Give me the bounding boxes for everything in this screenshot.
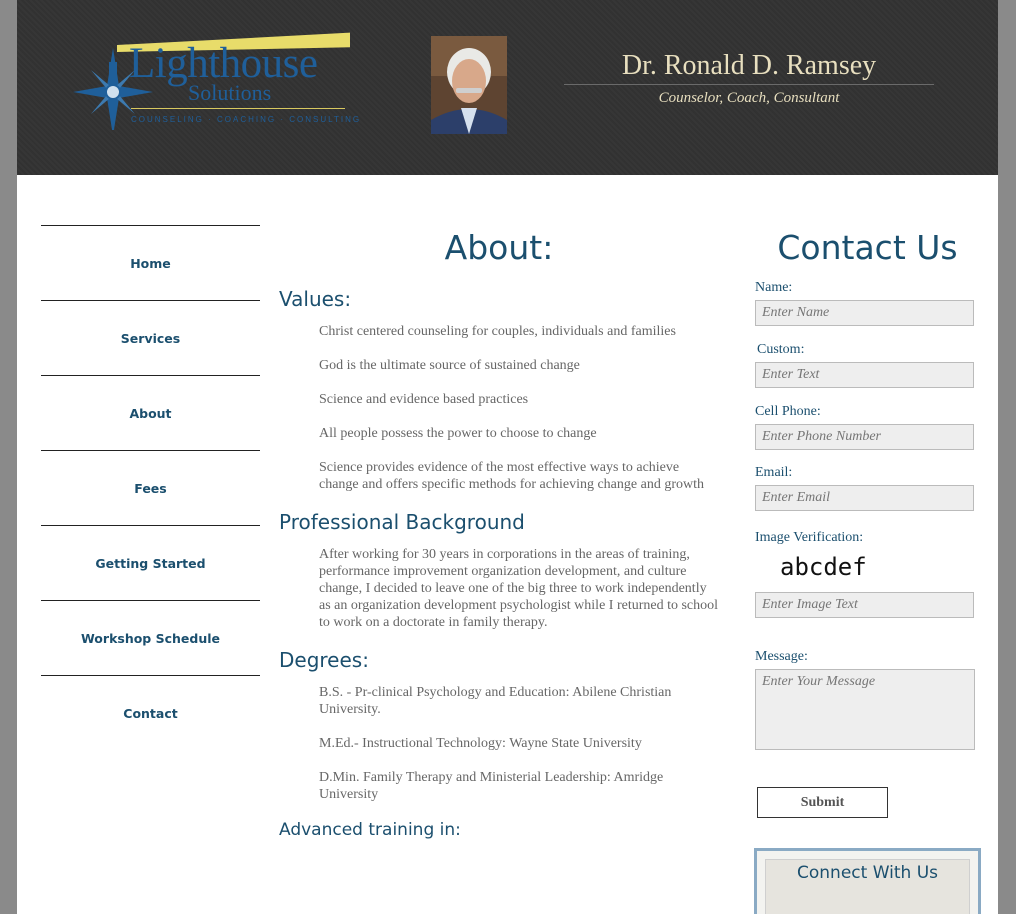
email-input[interactable] [755, 485, 974, 511]
custom-input[interactable] [755, 362, 974, 388]
value-item: God is the ultimate source of sustained … [319, 358, 580, 373]
logo-subtitle: Solutions [188, 80, 272, 105]
verification-label: Image Verification: [755, 530, 864, 545]
nav-about[interactable]: About [41, 375, 260, 450]
logo-tagline: COUNSELING · COACHING · CONSULTING [131, 115, 362, 124]
doctor-name: Dr. Ronald D. Ramsey [621, 50, 877, 81]
name-input[interactable] [755, 300, 974, 326]
nav-services[interactable]: Services [41, 300, 260, 375]
page-title: About: [444, 228, 554, 267]
submit-button[interactable]: Submit [757, 787, 888, 818]
degrees-heading: Degrees: [279, 648, 369, 672]
logo[interactable]: Lighthouse Solutions COUNSELING · COACHI… [55, 30, 362, 130]
phone-label: Cell Phone: [755, 404, 821, 419]
connect-widget: Connect With Us [754, 848, 981, 914]
portrait-image [431, 36, 507, 134]
nav-workshop-schedule[interactable]: Workshop Schedule [41, 600, 260, 675]
connect-title: Connect With Us [797, 863, 938, 883]
logo-divider [131, 108, 345, 109]
phone-input[interactable] [755, 424, 974, 450]
advanced-training-heading: Advanced training in: [279, 820, 461, 840]
contact-form: Contact Us Name: Custom: Cell Phone: Ema… [755, 225, 980, 818]
values-heading: Values: [279, 287, 352, 311]
about-content: About: Values: Christ centered counselin… [279, 225, 719, 852]
page: Lighthouse Solutions COUNSELING · COACHI… [17, 0, 998, 914]
value-item: Christ centered counseling for couples, … [319, 324, 676, 339]
background-heading: Professional Background [279, 510, 525, 534]
logo-title: Lighthouse [129, 40, 318, 87]
nav-contact[interactable]: Contact [41, 675, 260, 750]
message-input[interactable] [755, 669, 975, 750]
value-item: Science and evidence based practices [319, 392, 529, 407]
name-label: Name: [755, 280, 793, 295]
sidebar-nav: Home Services About Fees Getting Started… [41, 225, 260, 750]
background-text: After working for 30 years in corporatio… [319, 547, 719, 630]
value-item: All people possess the power to choose t… [319, 426, 597, 441]
doctor-portrait [431, 36, 507, 134]
degree-item: M.Ed.- Instructional Technology: Wayne S… [319, 736, 642, 751]
nav-fees[interactable]: Fees [41, 450, 260, 525]
nav-home[interactable]: Home [41, 225, 260, 300]
message-label: Message: [755, 649, 808, 664]
email-label: Email: [755, 465, 793, 480]
doctor-tagline: Counselor, Coach, Consultant [658, 90, 840, 106]
connect-panel: Connect With Us [765, 859, 970, 914]
captcha-image: abcdef [780, 553, 867, 581]
custom-label: Custom: [757, 342, 805, 357]
contact-title: Contact Us [777, 228, 958, 267]
degree-item: D.Min. Family Therapy and Ministerial Le… [319, 770, 664, 802]
value-item: Science provides evidence of the most ef… [319, 460, 704, 492]
header-divider [564, 84, 934, 85]
nav-getting-started[interactable]: Getting Started [41, 525, 260, 600]
verification-input[interactable] [755, 592, 974, 618]
degree-item: B.S. - Pr-clinical Psychology and Educat… [319, 685, 672, 717]
site-header: Lighthouse Solutions COUNSELING · COACHI… [17, 0, 998, 175]
